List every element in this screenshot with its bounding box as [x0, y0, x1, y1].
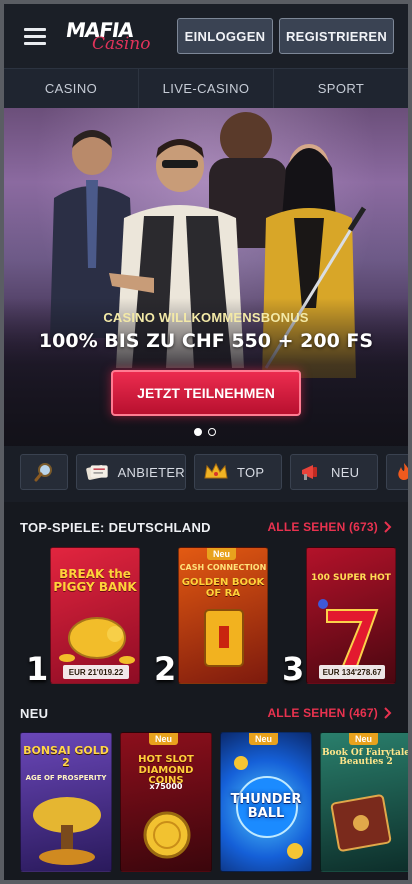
- carousel-dot-1[interactable]: [194, 428, 202, 436]
- logo-text-bottom: Casino: [92, 34, 151, 54]
- magnifier-icon: [34, 463, 52, 482]
- game-tile-break-piggy-bank[interactable]: BREAK the PIGGY BANK EUR 21'019.22: [50, 547, 140, 684]
- carousel-dot-2[interactable]: [208, 428, 216, 436]
- jackpot-value: EUR 134'278.67: [319, 665, 385, 679]
- flame-icon: [398, 463, 408, 480]
- filter-providers-label: ANBIETER: [117, 464, 185, 480]
- filter-new-label: NEU: [331, 464, 360, 480]
- filter-hot[interactable]: [386, 454, 408, 490]
- top-games-header: TOP-SPIELE: DEUTSCHLAND ALLE SEHEN (673): [20, 516, 392, 538]
- new-games-header: NEU ALLE SEHEN (467): [20, 702, 392, 724]
- filter-new[interactable]: NEU: [290, 454, 378, 490]
- game-tile-thunder-ball[interactable]: Neu THUNDER BALL: [220, 732, 312, 872]
- filter-top-label: TOP: [237, 464, 265, 480]
- hero-subtitle: CASINO WILLKOMMENSBONUS: [103, 310, 309, 325]
- rank-number: 1: [26, 650, 49, 688]
- fairytale-book-illustration: [330, 794, 392, 852]
- register-button[interactable]: REGISTRIEREN: [279, 18, 394, 54]
- piggy-bank-illustration: [59, 617, 135, 664]
- join-now-button[interactable]: JETZT TEILNEHMEN: [111, 370, 301, 416]
- new-games-see-all-label: ALLE SEHEN (467): [267, 706, 378, 720]
- bonsai-tree-illustration: [33, 797, 101, 865]
- top-games-see-all-label: ALLE SEHEN (673): [267, 520, 378, 534]
- filter-providers[interactable]: ANBIETER: [76, 454, 186, 490]
- filter-top[interactable]: TOP: [194, 454, 282, 490]
- lucky-seven-illustration: [318, 599, 379, 667]
- new-games-see-all-link[interactable]: ALLE SEHEN (467): [267, 706, 392, 720]
- login-button[interactable]: EINLOGGEN: [177, 18, 273, 54]
- rank-number: 2: [154, 650, 177, 688]
- mafia-casino-logo[interactable]: MAFIA Casino: [64, 18, 151, 56]
- game-tile-golden-book-of-ra[interactable]: Neu CASH CONNECTION GOLDEN BOOK OF RA: [178, 547, 268, 684]
- gold-coin-illustration: [143, 811, 191, 859]
- main-nav: CASINO LIVE-CASINO SPORT: [4, 68, 408, 108]
- nav-item-casino[interactable]: CASINO: [4, 69, 139, 108]
- golden-book-illustration: [204, 609, 244, 667]
- carousel-dots: [194, 428, 216, 436]
- game-tile-bonsai-gold-2[interactable]: BONSAI GOLD 2 AGE OF PROSPERITY: [20, 732, 112, 872]
- provider-cards-icon: [86, 465, 108, 480]
- megaphone-icon: [302, 465, 317, 480]
- hero-banner[interactable]: CASINO WILLKOMMENSBONUS 100% BIS ZU CHF …: [4, 108, 408, 446]
- jackpot-value: EUR 21'019.22: [63, 665, 129, 679]
- game-tile-book-of-fairytale-beauties-2[interactable]: Neu Book Of Fairytale Beauties 2: [320, 732, 408, 872]
- category-filter-row: ANBIETER TOP NEU: [4, 446, 408, 502]
- game-title: THUNDER BALL: [230, 792, 302, 821]
- nav-item-sport[interactable]: SPORT: [274, 69, 408, 108]
- new-games-title: NEU: [20, 705, 49, 721]
- app-frame: MAFIA Casino EINLOGGEN REGISTRIEREN CASI…: [4, 4, 408, 880]
- search-button[interactable]: [20, 454, 68, 490]
- top-games-title: TOP-SPIELE: DEUTSCHLAND: [20, 519, 211, 535]
- chevron-right-icon: [384, 521, 392, 533]
- hero-title: 100% BIS ZU CHF 550 + 200 FS: [38, 330, 374, 352]
- top-header: MAFIA Casino EINLOGGEN REGISTRIEREN: [4, 4, 408, 68]
- top-games-see-all-link[interactable]: ALLE SEHEN (673): [267, 520, 392, 534]
- nav-item-live-casino[interactable]: LIVE-CASINO: [139, 69, 274, 108]
- game-tile-hot-slot-diamond-coins[interactable]: Neu HOT SLOT DIAMOND COINS x75000: [120, 732, 212, 872]
- game-tile-100-super-hot[interactable]: 100 SUPER HOT EUR 134'278.67: [306, 547, 396, 684]
- chevron-right-icon: [384, 707, 392, 719]
- menu-icon[interactable]: [24, 28, 46, 46]
- crown-icon: [204, 462, 228, 479]
- rank-number: 3: [282, 650, 305, 688]
